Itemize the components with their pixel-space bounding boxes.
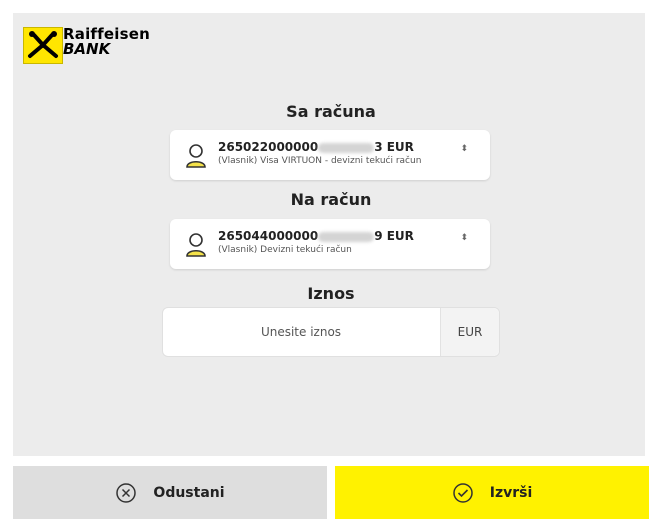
cancel-icon — [115, 482, 137, 504]
user-icon — [184, 142, 208, 170]
from-account-title: Sa računa — [286, 102, 376, 121]
amount-field: Unesite iznos EUR — [162, 307, 500, 357]
to-account-select[interactable]: 265044000000 9 EUR (Vlasnik) Devizni teku… — [170, 219, 490, 269]
currency-label: EUR — [440, 308, 499, 356]
raiffeisen-logo: Raiffeisen BANK — [23, 27, 163, 77]
raiffeisen-logo-icon — [23, 27, 63, 64]
confirm-label: Izvrši — [489, 484, 533, 501]
from-account-description: (Vlasnik) Visa VIRTUON - devizni tekući … — [218, 156, 422, 166]
brand-subtitle: BANK — [63, 40, 111, 58]
to-account-number: 265044000000 9 EUR — [218, 229, 414, 243]
from-account-select[interactable]: 265022000000 3 EUR (Vlasnik) Visa VIRTUON… — [170, 130, 490, 180]
redacted-digits — [318, 231, 375, 242]
user-icon — [184, 231, 208, 259]
redacted-digits — [318, 142, 375, 153]
cancel-label: Odustani — [153, 484, 225, 501]
to-account-description: (Vlasnik) Devizni tekući račun — [218, 245, 352, 255]
amount-input[interactable]: Unesite iznos — [163, 308, 439, 356]
from-account-number: 265022000000 3 EUR — [218, 140, 414, 154]
select-arrows-icon: ⬍ — [460, 233, 468, 243]
check-icon — [452, 482, 474, 504]
confirm-button[interactable]: Izvrši — [335, 466, 649, 519]
cancel-button[interactable]: Odustani — [13, 466, 327, 519]
amount-title: Iznos — [307, 284, 355, 303]
select-arrows-icon: ⬍ — [460, 144, 468, 154]
to-account-title: Na račun — [290, 190, 372, 209]
